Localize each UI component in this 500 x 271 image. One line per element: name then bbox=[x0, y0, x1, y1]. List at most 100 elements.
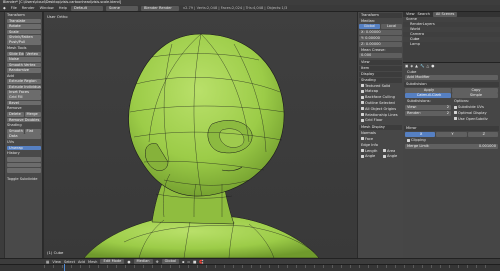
catmull-clark-tab[interactable]: Catmull-Clark bbox=[405, 93, 451, 99]
face-area-checkbox[interactable]: Area bbox=[381, 149, 402, 154]
history-slot-2[interactable] bbox=[7, 162, 41, 168]
scene-selector[interactable]: Scene bbox=[105, 5, 138, 11]
data-tab-icon[interactable]: △ bbox=[426, 64, 429, 69]
optimal-display-checkbox[interactable]: Optimal Display bbox=[452, 111, 498, 116]
npanel-header-shading[interactable]: Shading bbox=[359, 77, 402, 83]
merge-limit-field[interactable]: Merge Limit: 0.001000 bbox=[405, 143, 498, 149]
outline-selected-checkbox[interactable]: Outline Selected bbox=[359, 101, 402, 106]
axis-z-toggle[interactable]: Z bbox=[467, 132, 498, 138]
push-pull-button[interactable]: Push/Pull bbox=[7, 40, 41, 45]
history-slot-3[interactable] bbox=[7, 168, 41, 173]
blender-logo-icon[interactable]: ◆ bbox=[2, 6, 7, 10]
panel-header-transform[interactable]: Transform bbox=[6, 13, 42, 18]
simple-tab[interactable]: Simple bbox=[452, 93, 498, 99]
panel-header-shading[interactable]: Shading bbox=[6, 123, 42, 128]
flat-button[interactable]: Flat bbox=[24, 129, 41, 134]
panel-header-remove[interactable]: Remove bbox=[6, 106, 42, 111]
textured-solid-checkbox[interactable]: Textured Solid bbox=[359, 84, 402, 89]
median-z-field[interactable]: Z: 0.00000 bbox=[359, 41, 402, 47]
delete-button[interactable]: Delete bbox=[7, 112, 24, 117]
menu-help[interactable]: Help bbox=[58, 6, 68, 10]
global-toggle[interactable]: Global bbox=[359, 24, 380, 30]
panel-header-history[interactable]: History bbox=[6, 151, 42, 156]
tool-shelf-tabs[interactable] bbox=[0, 12, 5, 258]
history-slot-1[interactable] bbox=[7, 157, 41, 162]
npanel-header-transform[interactable]: Transform bbox=[359, 12, 402, 18]
menu-render[interactable]: Render bbox=[21, 6, 36, 10]
scale-button[interactable]: Scale bbox=[7, 29, 41, 35]
face-angle-checkbox[interactable]: Angle bbox=[381, 154, 402, 159]
panel-header-uvs[interactable]: UVs bbox=[6, 140, 42, 145]
timeline-playhead[interactable] bbox=[64, 264, 65, 271]
add-modifier-button[interactable]: Add Modifier bbox=[405, 75, 498, 81]
npanel-header-item[interactable]: Item bbox=[359, 66, 402, 72]
merge-button[interactable]: Merge bbox=[24, 112, 41, 117]
mean-crease-field[interactable]: 0.000 bbox=[359, 53, 402, 59]
view-levels-field[interactable]: View: 2 bbox=[405, 105, 451, 111]
median-y-field[interactable]: Y: 0.00000 bbox=[359, 35, 402, 41]
vertex-button[interactable]: Vertex bbox=[24, 51, 41, 57]
data-button[interactable]: Data bbox=[7, 134, 41, 140]
extrude-region-button[interactable]: Extrude Region bbox=[7, 79, 41, 84]
object-tab-icon[interactable]: ▲ bbox=[415, 64, 418, 69]
translate-button[interactable]: Translate bbox=[7, 18, 41, 24]
render-tab-icon[interactable]: ▣ bbox=[405, 64, 408, 69]
noise-button[interactable]: Noise bbox=[7, 57, 41, 62]
local-toggle[interactable]: Local bbox=[381, 24, 402, 30]
axis-y-toggle[interactable]: Y bbox=[436, 132, 467, 138]
panel-header-add[interactable]: Add bbox=[6, 74, 42, 79]
clipping-checkbox[interactable]: Clipping bbox=[405, 138, 498, 143]
alien-head-mesh[interactable] bbox=[44, 12, 357, 258]
menu-file[interactable]: File bbox=[10, 6, 18, 10]
shrink-fatten-button[interactable]: Shrink/Fatten bbox=[7, 34, 41, 40]
manipulator-icon[interactable]: ✥ bbox=[156, 260, 159, 264]
bevel-button[interactable]: Bevel bbox=[7, 100, 41, 106]
timeline[interactable] bbox=[0, 264, 500, 271]
median-x-field[interactable]: X: 0.00000 bbox=[359, 30, 402, 36]
inset-faces-button[interactable]: Inset Faces bbox=[7, 90, 41, 95]
smooth-vertex-button[interactable]: Smooth Vertex bbox=[7, 62, 41, 68]
apply-button[interactable]: Apply bbox=[405, 87, 451, 93]
relationship-lines-checkbox[interactable]: Relationship Lines bbox=[359, 113, 402, 118]
last-operator-header[interactable]: Toggle Subdivide bbox=[6, 177, 42, 182]
npanel-header-view[interactable]: View bbox=[359, 60, 402, 66]
npanel-header-display[interactable]: Display bbox=[359, 71, 402, 77]
all-origins-checkbox[interactable]: All Object Origins bbox=[359, 107, 402, 112]
remove-doubles-button[interactable]: Remove Doubles bbox=[7, 117, 41, 123]
select-menu[interactable]: Select bbox=[64, 260, 75, 264]
shading-icon[interactable]: ● bbox=[127, 260, 130, 264]
subdivide-uvs-checkbox[interactable]: Subdivide UVs bbox=[452, 105, 498, 110]
mesh-menu[interactable]: Mesh bbox=[88, 260, 97, 264]
mirror-modifier-header[interactable]: Mirror bbox=[404, 126, 499, 132]
3d-viewport[interactable]: User Ortho (1) Cube bbox=[44, 12, 357, 258]
search-menu[interactable]: Search bbox=[418, 12, 430, 17]
copy-button[interactable]: Copy bbox=[452, 87, 498, 93]
render-engine-select[interactable]: Blender Render bbox=[140, 5, 179, 11]
face-select-icon[interactable]: ■ bbox=[193, 260, 196, 264]
modifier-header[interactable]: Subdivision bbox=[404, 81, 499, 87]
slide-edge-button[interactable]: Slide Edge bbox=[7, 51, 24, 57]
add-menu[interactable]: Add bbox=[78, 260, 85, 264]
display-mode-select[interactable]: All Scenes bbox=[432, 12, 458, 17]
layout-selector[interactable]: Default bbox=[70, 5, 103, 11]
vertex-select-icon[interactable]: ▪ bbox=[182, 260, 184, 264]
edge-angle-checkbox[interactable]: Angle bbox=[359, 154, 380, 159]
view-menu[interactable]: View bbox=[52, 260, 61, 264]
edge-length-checkbox[interactable]: Length bbox=[359, 149, 380, 154]
modifier-tab-icon[interactable]: 🔧 bbox=[420, 64, 424, 69]
axis-x-toggle[interactable]: X bbox=[405, 132, 436, 138]
material-tab-icon[interactable]: ● bbox=[431, 64, 434, 69]
backface-culling-checkbox[interactable]: Backface Culling bbox=[359, 95, 402, 100]
rotate-button[interactable]: Rotate bbox=[7, 24, 41, 29]
grid-floor-checkbox[interactable]: Grid Floor bbox=[359, 118, 402, 123]
npanel-header-mesh-display[interactable]: Mesh Display bbox=[359, 125, 402, 131]
edge-select-icon[interactable]: ▫ bbox=[188, 260, 190, 264]
snap-icon[interactable]: 🧲 bbox=[199, 260, 203, 264]
panel-header-mesh-tools[interactable]: Mesh Tools bbox=[6, 46, 42, 51]
render-levels-field[interactable]: Render: 2 bbox=[405, 110, 451, 116]
face-normals-checkbox[interactable]: Face bbox=[359, 137, 402, 142]
editor-type-icon[interactable]: ▦ bbox=[46, 260, 49, 264]
matcap-checkbox[interactable]: Matcap bbox=[359, 89, 402, 94]
use-opensubdiv-checkbox[interactable]: Use OpenSubdiv bbox=[452, 117, 498, 122]
smooth-button[interactable]: Smooth bbox=[7, 129, 24, 134]
